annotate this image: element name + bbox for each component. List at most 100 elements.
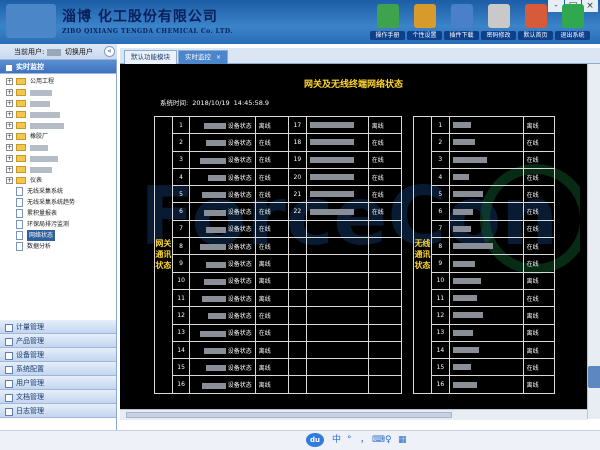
section-5[interactable]: 文档管理 — [0, 390, 116, 404]
row-number: 9 — [430, 254, 450, 273]
vertical-scrollbar[interactable] — [587, 64, 600, 419]
side-panel-toggle[interactable] — [588, 366, 600, 388]
empty-cell — [367, 271, 403, 290]
expand-icon[interactable]: + — [6, 133, 13, 140]
page-title: 网关及无线终端网络状态 — [303, 80, 403, 90]
expand-icon[interactable]: + — [6, 155, 13, 162]
terminal-name — [448, 306, 524, 325]
toolbar-button-label: 操作手册 — [370, 31, 405, 40]
section-realtime-monitor[interactable]: 实时监控 — [0, 60, 116, 74]
user-bar: 当前用户: 切换用户 « — [0, 44, 117, 60]
tree-item-label: 仪表 — [30, 177, 43, 184]
empty-cell — [288, 254, 307, 273]
tree-item[interactable]: + 橡胶厂 — [0, 131, 116, 142]
section-1[interactable]: 产品管理 — [0, 334, 116, 348]
ime-icon-4[interactable]: ♀ — [385, 434, 392, 446]
redacted-name — [452, 381, 477, 388]
redacted-label — [30, 123, 64, 129]
tree-item[interactable]: + — [0, 98, 116, 109]
settings-icon — [413, 4, 436, 28]
tree-item[interactable]: + — [0, 120, 116, 131]
toolbar-button-0[interactable]: 操作手册 — [370, 4, 405, 42]
horizontal-scrollbar[interactable] — [120, 409, 587, 420]
toolbar-button-label: 个性设置 — [407, 31, 442, 40]
device-name-label: 设备状态 — [227, 278, 252, 286]
horizontal-scroll-thumb[interactable] — [126, 412, 452, 418]
table-row: 14 离线 — [414, 340, 556, 360]
tree-item[interactable]: + — [0, 164, 116, 175]
toolbar-button-1[interactable]: 个性设置 — [407, 4, 442, 42]
row-number: 13 — [171, 323, 191, 342]
section-4[interactable]: 用户管理 — [0, 376, 116, 390]
tree-item[interactable]: + — [0, 153, 116, 164]
terminal-status: 在线 — [522, 133, 556, 152]
row-number: 19 — [288, 150, 307, 169]
ime-icon-1[interactable]: ° — [347, 434, 352, 446]
toolbar-button-5[interactable]: 退出系统 — [555, 4, 590, 42]
tree-item[interactable]: 网络状态 — [0, 230, 116, 241]
terminal-name — [448, 115, 524, 135]
toolbar-button-4[interactable]: 默认首页 — [518, 4, 553, 42]
nav-tree: + 公用工程 + + + + + 橡胶厂 + + + + 仪表 无线采集系统 无线采集系统趋势 累积量报表 环保… — [0, 74, 116, 312]
table-row: 4 设备状态 在线 20 在线 — [155, 167, 403, 187]
tree-item[interactable]: + 公用工程 — [0, 76, 116, 87]
table-row: 2 设备状态 在线 18 在线 — [155, 133, 403, 152]
redacted-name — [207, 175, 226, 182]
ime-icon-3[interactable]: ⌨ — [372, 434, 385, 446]
tab-close-icon[interactable]: × — [216, 54, 221, 61]
wireless-status-table: 无线通讯状态 1 离线 2 在线 3 在线 4 在线 5 在线 6 在线 7 在线 8 在线 9 在线 10 离线 11 在… — [413, 115, 556, 394]
device-status: 在线 — [367, 202, 403, 221]
tree-item[interactable]: 无线采集系统趋势 — [0, 197, 116, 208]
expand-icon[interactable]: + — [6, 144, 13, 151]
row-number: 10 — [171, 271, 191, 290]
tree-item[interactable]: 环保局排污监测 — [0, 219, 116, 230]
ime-icon-2[interactable]: ， — [360, 434, 369, 446]
ime-icon-0[interactable]: 中 — [332, 434, 341, 446]
section-0[interactable]: 计量管理 — [0, 320, 116, 334]
collapse-sidebar-button[interactable]: « — [104, 46, 115, 57]
empty-cell — [305, 288, 369, 308]
tree-item[interactable]: + — [0, 87, 116, 98]
tree-item[interactable]: 无线采集系统 — [0, 186, 116, 197]
device-status: 在线 — [254, 237, 290, 256]
tab-default-module[interactable]: 默认功能模块 — [124, 50, 177, 64]
tree-item[interactable]: + — [0, 109, 116, 120]
expand-icon[interactable]: + — [6, 100, 13, 107]
redacted-name — [199, 330, 226, 337]
tree-item[interactable]: + 仪表 — [0, 175, 116, 186]
section-6[interactable]: 日志管理 — [0, 404, 116, 418]
expand-icon[interactable]: + — [6, 111, 13, 118]
tree-item[interactable]: 数据分析 — [0, 241, 116, 252]
device-name-label: 设备状态 — [227, 382, 252, 390]
switch-user-link[interactable]: 切换用户 — [65, 48, 93, 56]
row-number: 14 — [430, 340, 450, 360]
sidebar-sections: 计量管理 产品管理 设备管理 系统配置 用户管理 文档管理 日志管理 — [0, 320, 116, 418]
expand-icon[interactable]: + — [6, 177, 13, 184]
row-number: 7 — [171, 219, 191, 239]
expand-icon[interactable]: + — [6, 166, 13, 173]
system-time: 系统时间: 2018/10/19 14:45:58.9 — [160, 99, 270, 107]
section-3[interactable]: 系统配置 — [0, 362, 116, 376]
expand-icon[interactable]: + — [6, 89, 13, 96]
folder-icon — [16, 166, 26, 173]
tree-item[interactable]: + — [0, 142, 116, 153]
terminal-status: 在线 — [522, 219, 556, 239]
toolbar-button-2[interactable]: 插件下载 — [444, 4, 479, 42]
ime-icon-5[interactable]: ▦ — [398, 434, 407, 446]
current-user-name — [46, 48, 61, 56]
baidu-du-icon[interactable]: du — [306, 433, 324, 447]
expand-icon[interactable]: + — [6, 78, 13, 85]
download-icon — [450, 4, 473, 28]
tree-item[interactable]: 累积量报表 — [0, 208, 116, 219]
section-2[interactable]: 设备管理 — [0, 348, 116, 362]
folder-icon — [16, 78, 26, 85]
toolbar-button-3[interactable]: 密码修改 — [481, 4, 516, 42]
expand-icon[interactable]: + — [6, 122, 13, 129]
device-name: 设备状态 — [189, 375, 256, 394]
wireless-side-label: 无线通讯状态 — [413, 116, 432, 394]
redacted-name — [199, 244, 226, 251]
terminal-name — [448, 254, 524, 273]
tab-realtime-monitor[interactable]: 实时监控 × — [178, 50, 229, 64]
app-window: 淄博 化工股份有限公司 ZIBO QIXIANG TENGDA CHEMICAL… — [0, 0, 600, 450]
empty-cell — [288, 375, 307, 394]
